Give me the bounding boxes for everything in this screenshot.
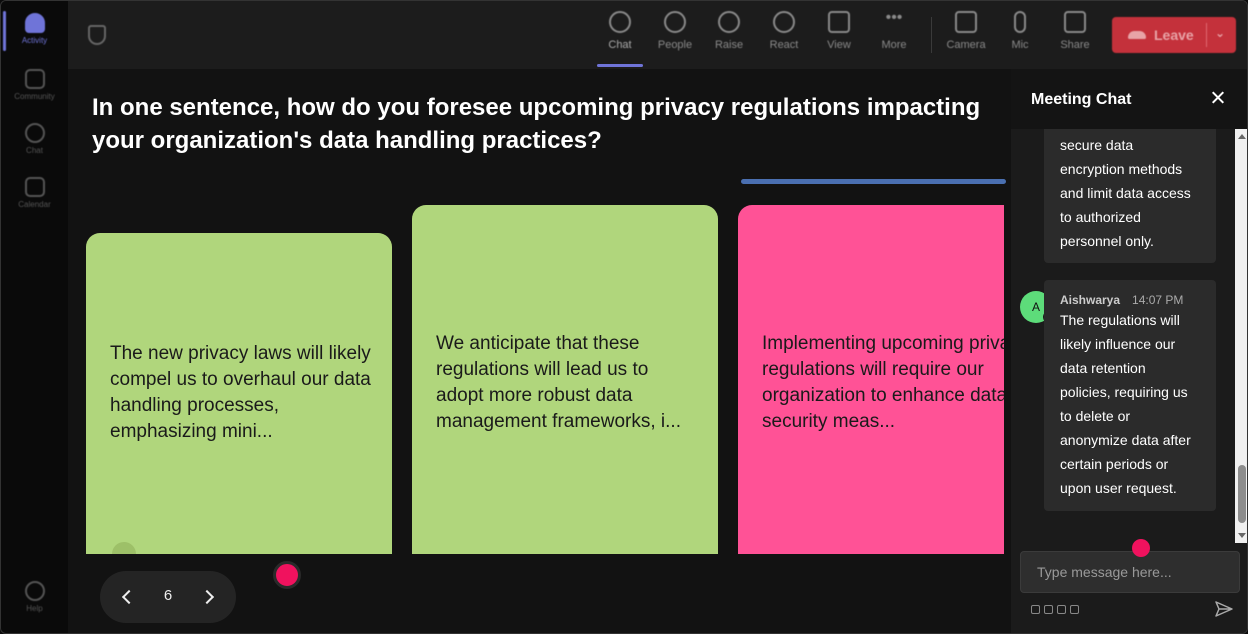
chat-title: Meeting Chat bbox=[1031, 91, 1132, 108]
toolbar-label: Camera bbox=[946, 39, 986, 51]
gif-icon[interactable] bbox=[1070, 605, 1079, 614]
response-card-text: Implementing upcoming privacy regulation… bbox=[762, 333, 1004, 432]
camera-off-icon bbox=[955, 11, 977, 33]
rail-item-chat[interactable]: Chat bbox=[1, 115, 68, 167]
format-toolbar bbox=[1031, 605, 1079, 614]
response-card[interactable]: The new privacy laws will likely compel … bbox=[86, 233, 392, 554]
toolbar-react-button[interactable]: React bbox=[759, 11, 809, 61]
meeting-chat-panel: Meeting Chat secure data encryption meth… bbox=[1011, 69, 1247, 633]
chat-icon bbox=[24, 123, 45, 143]
toolbar-divider bbox=[931, 17, 932, 53]
bell-icon bbox=[24, 13, 45, 33]
main-stage: In one sentence, how do you foresee upco… bbox=[68, 69, 1011, 633]
toolbar-label: People bbox=[657, 39, 693, 51]
emoji-icon[interactable] bbox=[1057, 605, 1066, 614]
meeting-window: Activity Community Chat Calendar Help Ch… bbox=[0, 0, 1248, 634]
toolbar-label: More bbox=[881, 39, 907, 51]
cursor-indicator bbox=[1132, 539, 1150, 557]
response-card[interactable]: Implementing upcoming privacy regulation… bbox=[738, 205, 1004, 554]
scrollbar-thumb[interactable] bbox=[1238, 465, 1246, 523]
chat-scrollbar[interactable] bbox=[1235, 129, 1247, 543]
active-tab-indicator bbox=[597, 64, 643, 67]
rail-item-label: Chat bbox=[26, 146, 43, 155]
cursor-indicator bbox=[273, 561, 301, 589]
chevron-left-icon bbox=[121, 589, 137, 605]
meeting-toolbar: Chat People Raise React View ••• More Ca… bbox=[68, 1, 1247, 69]
leave-label: Leave bbox=[1154, 27, 1194, 43]
rail-item-calendar[interactable]: Calendar bbox=[1, 169, 68, 221]
toolbar-label: Mic bbox=[1011, 39, 1029, 51]
chat-message: Aishwarya 14:07 PM The regulations will … bbox=[1044, 280, 1216, 511]
chevron-down-icon[interactable]: ⌄ bbox=[1215, 26, 1225, 40]
toolbar-view-button[interactable]: View bbox=[814, 11, 864, 61]
chevron-right-icon bbox=[199, 589, 215, 605]
toolbar-mic-button[interactable]: Mic bbox=[995, 11, 1045, 61]
next-page-button[interactable] bbox=[196, 583, 222, 611]
leave-divider bbox=[1206, 23, 1207, 47]
toolbar-raise-button[interactable]: Raise bbox=[704, 11, 754, 61]
response-cards: The new privacy laws will likely compel … bbox=[68, 189, 1004, 554]
chat-header: Meeting Chat bbox=[1011, 69, 1247, 129]
chat-message-text: The regulations will likely influence ou… bbox=[1060, 312, 1191, 496]
toolbar-label: Raise bbox=[714, 39, 744, 51]
chat-message-list[interactable]: secure data encryption methods and limit… bbox=[1011, 129, 1235, 543]
toolbar-chat-button[interactable]: Chat bbox=[595, 11, 645, 61]
rail-item-help[interactable]: Help bbox=[1, 573, 68, 625]
rail-item-activity[interactable]: Activity bbox=[1, 5, 68, 57]
page-number: 6 bbox=[163, 587, 173, 604]
poll-question: In one sentence, how do you foresee upco… bbox=[92, 94, 981, 154]
rail-item-label: Activity bbox=[21, 36, 48, 45]
phone-hangup-icon bbox=[1128, 31, 1146, 39]
help-icon bbox=[24, 581, 45, 601]
leave-button[interactable]: Leave ⌄ bbox=[1112, 17, 1236, 53]
response-card[interactable]: We anticipate that these regulations wil… bbox=[412, 205, 718, 554]
raise-hand-icon bbox=[718, 11, 740, 33]
scroll-up-icon[interactable] bbox=[1238, 134, 1246, 139]
toolbar-share-button[interactable]: Share bbox=[1050, 11, 1100, 61]
toolbar-people-button[interactable]: People bbox=[650, 11, 700, 61]
grid-icon bbox=[828, 11, 850, 33]
close-icon[interactable] bbox=[1209, 89, 1227, 107]
share-icon bbox=[1064, 11, 1086, 33]
community-icon bbox=[24, 69, 45, 89]
toolbar-label: Chat bbox=[608, 39, 632, 51]
toolbar-more-button[interactable]: ••• More bbox=[869, 9, 919, 61]
card-pager: 6 bbox=[100, 571, 236, 623]
toolbar-label: View bbox=[827, 39, 851, 51]
people-icon bbox=[664, 11, 686, 33]
chat-message-meta: Aishwarya 14:07 PM bbox=[1060, 288, 1200, 308]
chat-message-text: secure data encryption methods and limit… bbox=[1060, 137, 1191, 249]
send-icon[interactable] bbox=[1215, 601, 1233, 617]
chat-message: secure data encryption methods and limit… bbox=[1044, 129, 1216, 263]
scroll-down-icon[interactable] bbox=[1238, 533, 1246, 538]
chat-message-author: Aishwarya bbox=[1060, 293, 1121, 307]
rail-item-label: Help bbox=[26, 604, 43, 613]
calendar-icon bbox=[24, 177, 45, 197]
format-icon[interactable] bbox=[1031, 605, 1040, 614]
rail-item-label: Community bbox=[14, 92, 55, 101]
chat-message-time: 14:07 PM bbox=[1132, 293, 1184, 307]
more-icon: ••• bbox=[885, 9, 903, 26]
card-peek-bar bbox=[741, 179, 1006, 184]
avatar bbox=[112, 542, 136, 554]
mic-icon bbox=[1014, 11, 1026, 33]
toolbar-label: Share bbox=[1060, 39, 1090, 51]
toolbar-label: React bbox=[769, 39, 799, 51]
shield-icon bbox=[88, 25, 106, 45]
previous-page-button[interactable] bbox=[114, 583, 140, 611]
toolbar-camera-button[interactable]: Camera bbox=[941, 11, 991, 61]
rail-item-community[interactable]: Community bbox=[1, 61, 68, 113]
chat-message-input[interactable] bbox=[1020, 551, 1240, 593]
chat-icon bbox=[609, 11, 631, 33]
rail-item-label: Calendar bbox=[18, 200, 51, 209]
response-card-text: We anticipate that these regulations wil… bbox=[436, 333, 681, 432]
attach-icon[interactable] bbox=[1044, 605, 1053, 614]
left-rail: Activity Community Chat Calendar Help bbox=[1, 1, 68, 633]
smiley-icon bbox=[773, 11, 795, 33]
response-card-text: The new privacy laws will likely compel … bbox=[110, 343, 371, 442]
